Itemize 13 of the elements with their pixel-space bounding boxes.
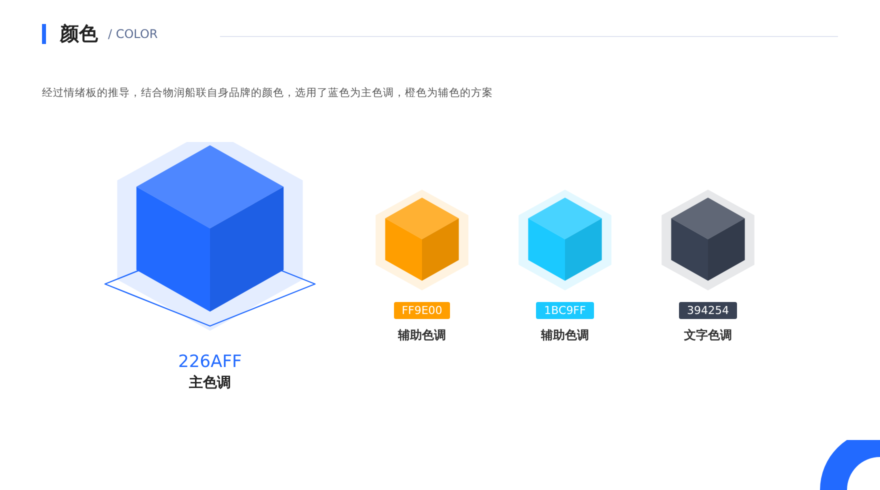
color-label: 辅助色调 [541, 327, 589, 344]
color-label: 主色调 [189, 374, 231, 392]
section-subtitle: / COLOR [108, 27, 158, 41]
section-title: 颜色 [60, 22, 98, 47]
color-label: 辅助色调 [398, 327, 446, 344]
accent-bar [42, 24, 46, 44]
color-code: FF9E00 [394, 302, 450, 319]
color-code: 394254 [679, 302, 737, 319]
corner-arc-decoration [820, 440, 880, 490]
color-code: 1BC9FF [536, 302, 594, 319]
color-code: 226AFF [178, 352, 242, 372]
description-text: 经过情绪板的推导，结合物润船联自身品牌的颜色，选用了蓝色为主色调，橙色为辅色的方案 [42, 86, 494, 100]
color-label: 文字色调 [684, 327, 732, 344]
